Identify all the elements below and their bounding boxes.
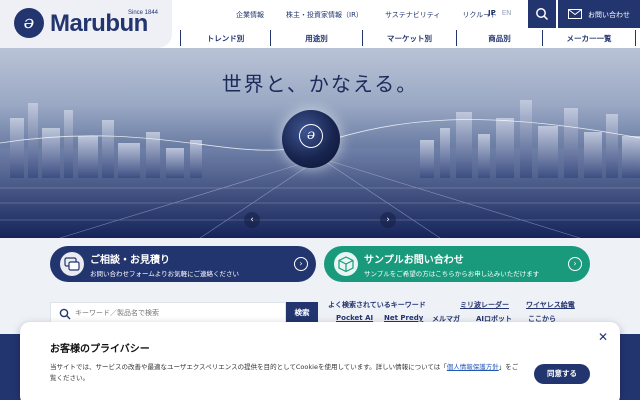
cta-banners: ご相談・お見積り お問い合わせフォームよりお気軽にご連絡ください › サンプルお… [0, 238, 640, 290]
contact-button[interactable]: お問い合わせ [558, 0, 640, 28]
keyword-link[interactable]: ワイヤレス給電 [526, 300, 575, 310]
nav-market[interactable]: マーケット別 [362, 30, 456, 46]
globe-image: ə [282, 110, 340, 168]
keyword-link[interactable]: Pocket AI [336, 314, 373, 322]
privacy-text: 当サイトでは、サービスの改善や最適なユーザエクスペリエンスの提供を目的としてCo… [50, 362, 520, 384]
nav-product[interactable]: 商品別 [456, 30, 542, 46]
language-switch: JP EN [488, 9, 511, 17]
util-link-company[interactable]: 企業情報 [236, 10, 264, 20]
search-icon [59, 308, 71, 320]
keyword-link[interactable]: Net Predy [384, 314, 423, 322]
privacy-title: お客様のプライバシー [50, 344, 150, 355]
search-box [50, 302, 286, 324]
sample-subtitle: サンプルをご希望の方はこちらからお申し込みいただけます [364, 270, 540, 278]
main-nav: トレンド別 用途別 マーケット別 商品別 メーカー一覧 [180, 30, 640, 46]
logo-mark-icon: ə [14, 8, 44, 38]
search-submit-button[interactable]: 検索 [286, 302, 318, 324]
hero-next-button[interactable]: › [380, 212, 396, 228]
nav-trend[interactable]: トレンド別 [180, 30, 270, 46]
mail-icon [568, 9, 582, 19]
search-icon [536, 8, 549, 21]
logo-since: Since 1844 [128, 10, 159, 16]
sample-banner[interactable]: サンプルお問い合わせ サンプルをご希望の方はこちらからお申し込みいただけます › [324, 246, 590, 282]
lang-en[interactable]: EN [502, 9, 512, 17]
privacy-text-before: 当サイトでは、サービスの改善や最適なユーザエクスペリエンスの提供を目的としてCo… [50, 363, 447, 371]
chevron-right-icon: › [568, 257, 582, 271]
sample-title: サンプルお問い合わせ [364, 255, 464, 266]
chevron-right-icon: › [294, 257, 308, 271]
lang-jp[interactable]: JP [488, 9, 496, 17]
popular-keywords-label: よく検索されているキーワード [328, 301, 426, 309]
util-link-ir[interactable]: 株主・投資家情報（IR） [286, 10, 363, 20]
contact-button-label: お問い合わせ [588, 11, 630, 19]
hero-title: 世界と、かなえる。 [221, 72, 419, 96]
consult-title: ご相談・お見積り [90, 255, 170, 266]
privacy-policy-link[interactable]: 個人情報保護方針 [447, 363, 499, 371]
agree-button[interactable]: 同意する [534, 364, 590, 384]
nav-maker-list[interactable]: メーカー一覧 [542, 30, 636, 46]
hero-banner: 世界と、かなえる。 ə ‹ › [0, 48, 640, 238]
consult-banner[interactable]: ご相談・お見積り お問い合わせフォームよりお気軽にご連絡ください › [50, 246, 316, 282]
chat-icon [60, 252, 84, 276]
keyword-link[interactable]: ミリ波レーダー [460, 300, 509, 310]
search-input[interactable] [75, 305, 275, 321]
package-icon [334, 252, 358, 276]
header-search-button[interactable] [528, 0, 556, 28]
logo[interactable]: ə Marubun Since 1844 [0, 0, 172, 48]
util-link-sustainability[interactable]: サステナビリティ [385, 10, 440, 20]
close-icon[interactable]: ✕ [596, 330, 610, 344]
nav-application[interactable]: 用途別 [270, 30, 362, 46]
consult-subtitle: お問い合わせフォームよりお気軽にご連絡ください [90, 270, 240, 278]
hero-prev-button[interactable]: ‹ [244, 212, 260, 228]
privacy-banner: お客様のプライバシー 当サイトでは、サービスの改善や最適なユーザエクスペリエンス… [20, 322, 620, 400]
globe-logo-icon: ə [299, 124, 323, 148]
utility-nav: 企業情報 株主・投資家情報（IR） サステナビリティ リクルート [236, 10, 519, 20]
site-header: ə Marubun Since 1844 企業情報 株主・投資家情報（IR） サ… [0, 0, 640, 48]
